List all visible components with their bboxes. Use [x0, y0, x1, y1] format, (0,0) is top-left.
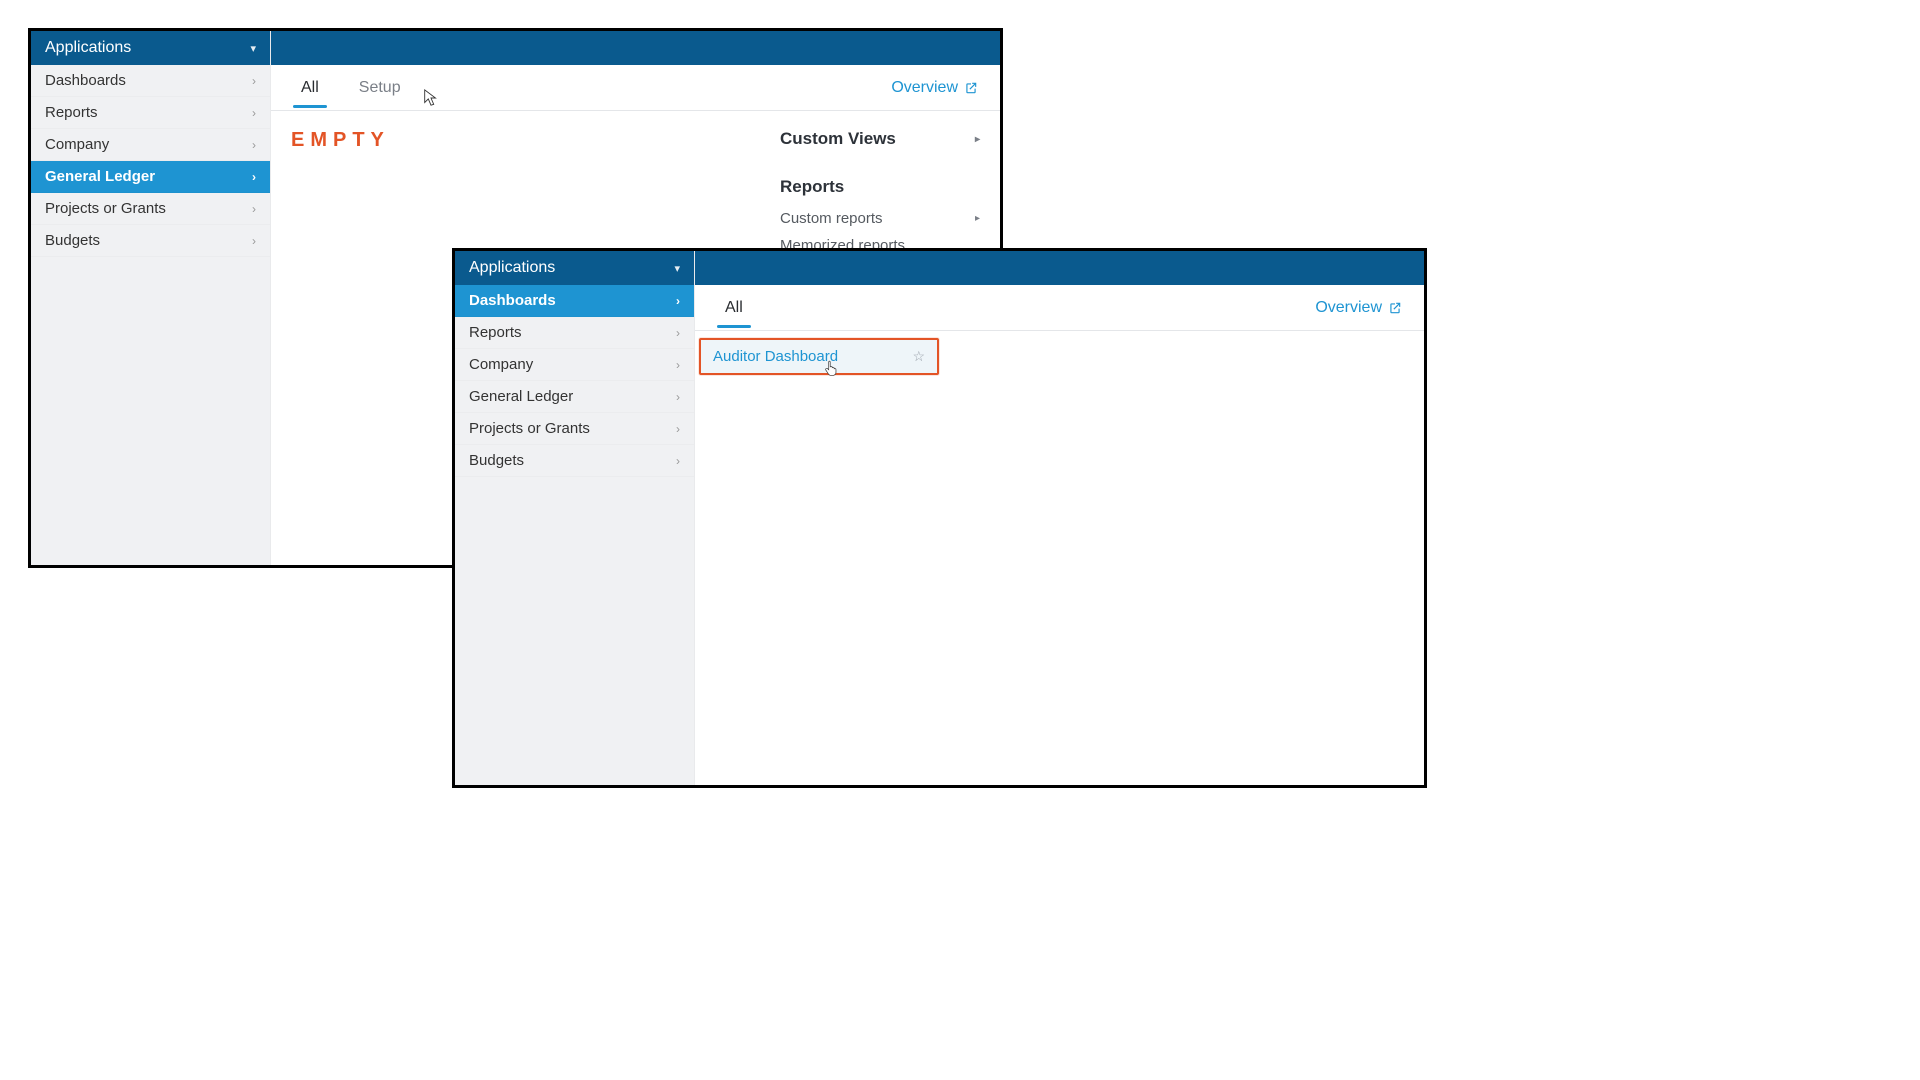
content-area: Auditor Dashboard ☆ — [695, 331, 1424, 785]
star-icon[interactable]: ☆ — [912, 348, 925, 365]
chevron-right-icon: › — [676, 294, 680, 308]
reports-header: Reports — [780, 169, 980, 205]
sidebar-item-general-ledger[interactable]: General Ledger › — [455, 381, 694, 413]
main-area: All Overview Auditor Dashboard ☆ — [695, 251, 1424, 785]
sidebar-item-label: Projects or Grants — [469, 420, 590, 437]
chevron-right-icon: › — [252, 74, 256, 88]
sidebar-item-projects-or-grants[interactable]: Projects or Grants › — [455, 413, 694, 445]
custom-views-label: Custom Views — [780, 129, 896, 149]
sidebar-item-label: Reports — [45, 104, 98, 121]
chevron-right-icon: › — [252, 170, 256, 184]
overview-label: Overview — [891, 79, 958, 97]
sidebar-title: Applications — [469, 259, 555, 277]
sidebar-item-company[interactable]: Company › — [455, 349, 694, 381]
sidebar-item-projects-or-grants[interactable]: Projects or Grants › — [31, 193, 270, 225]
sidebar-item-budgets[interactable]: Budgets › — [31, 225, 270, 257]
tab-all[interactable]: All — [293, 68, 327, 107]
sidebar-item-reports[interactable]: Reports › — [31, 97, 270, 129]
chevron-right-icon: › — [676, 390, 680, 404]
sidebar-item-label: Company — [45, 136, 109, 153]
sidebar-item-label: General Ledger — [469, 388, 573, 405]
chevron-right-icon: › — [676, 422, 680, 436]
sidebar-item-label: Company — [469, 356, 533, 373]
sidebar-item-label: General Ledger — [45, 168, 155, 185]
tab-bar: All Setup Overview — [271, 65, 1000, 111]
sidebar-item-label: Budgets — [45, 232, 100, 249]
auditor-dashboard-item[interactable]: Auditor Dashboard ☆ — [699, 338, 939, 375]
external-link-icon — [1388, 301, 1402, 315]
sidebar-item-general-ledger[interactable]: General Ledger › — [31, 161, 270, 193]
caret-right-icon: ▸ — [975, 213, 980, 224]
chevron-right-icon: › — [252, 138, 256, 152]
chevron-down-icon: ▾ — [674, 262, 680, 275]
sidebar: Applications ▾ Dashboards › Reports › Co… — [31, 31, 271, 565]
chevron-right-icon: › — [676, 454, 680, 468]
chevron-down-icon: ▾ — [250, 42, 256, 55]
sidebar-item-reports[interactable]: Reports › — [455, 317, 694, 349]
topbar — [695, 251, 1424, 285]
topbar — [271, 31, 1000, 65]
sidebar-item-company[interactable]: Company › — [31, 129, 270, 161]
sidebar-item-label: Dashboards — [45, 72, 126, 89]
tab-setup[interactable]: Setup — [351, 68, 409, 107]
window-body: Applications ▾ Dashboards › Reports › Co… — [455, 251, 1424, 785]
tab-bar: All Overview — [695, 285, 1424, 331]
custom-reports-label: Custom reports — [780, 210, 883, 227]
sidebar-item-label: Dashboards — [469, 292, 556, 309]
sidebar: Applications ▾ Dashboards › Reports › Co… — [455, 251, 695, 785]
sidebar-item-label: Reports — [469, 324, 522, 341]
sidebar-item-dashboards[interactable]: Dashboards › — [455, 285, 694, 317]
overview-link[interactable]: Overview — [891, 79, 978, 97]
reports-header-label: Reports — [780, 177, 844, 197]
chevron-right-icon: › — [252, 106, 256, 120]
chevron-right-icon: › — [676, 326, 680, 340]
custom-views-header[interactable]: Custom Views ▸ — [780, 121, 980, 157]
chevron-right-icon: › — [252, 234, 256, 248]
overview-link[interactable]: Overview — [1315, 299, 1402, 317]
cursor-arrow-icon — [423, 89, 439, 112]
overview-label: Overview — [1315, 299, 1382, 317]
sidebar-header[interactable]: Applications ▾ — [455, 251, 694, 285]
auditor-dashboard-label: Auditor Dashboard — [713, 348, 838, 365]
sidebar-title: Applications — [45, 39, 131, 57]
chevron-right-icon: › — [252, 202, 256, 216]
sidebar-item-dashboards[interactable]: Dashboards › — [31, 65, 270, 97]
sidebar-item-budgets[interactable]: Budgets › — [455, 445, 694, 477]
tab-all[interactable]: All — [717, 288, 751, 327]
sidebar-header[interactable]: Applications ▾ — [31, 31, 270, 65]
caret-right-icon: ▸ — [975, 134, 980, 145]
chevron-right-icon: › — [676, 358, 680, 372]
right-column: Custom Views ▸ Reports Custom reports ▸ … — [780, 121, 1000, 259]
custom-reports-link[interactable]: Custom reports ▸ — [780, 205, 980, 232]
external-link-icon — [964, 81, 978, 95]
sidebar-item-label: Projects or Grants — [45, 200, 166, 217]
window-dashboards: Applications ▾ Dashboards › Reports › Co… — [452, 248, 1427, 788]
empty-label: EMPTY — [291, 129, 390, 152]
sidebar-item-label: Budgets — [469, 452, 524, 469]
